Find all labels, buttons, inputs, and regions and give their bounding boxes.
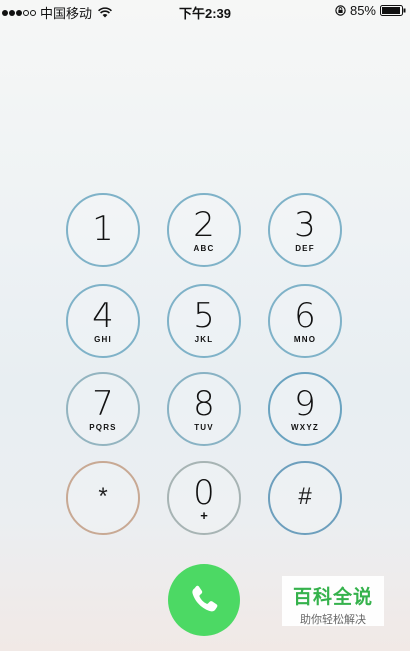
key-letters: JKL xyxy=(194,335,214,344)
key-star[interactable]: * xyxy=(66,461,140,535)
key-digit: 0 xyxy=(193,473,215,513)
key-letters: WXYZ xyxy=(291,423,319,432)
key-letters: GHI xyxy=(94,335,112,344)
key-digit: 5 xyxy=(193,296,215,336)
key-digit: 6 xyxy=(294,296,316,336)
key-7[interactable]: 7 PQRS xyxy=(66,372,140,446)
phone-icon xyxy=(192,585,218,612)
key-symbol: # xyxy=(298,483,312,510)
keypad: 1 2 ABC 3 DEF 4 GHI 5 JKL 6 MNO 7 PQRS 8… xyxy=(0,0,410,651)
key-digit: 9 xyxy=(294,384,316,424)
key-letters: TUV xyxy=(194,423,214,432)
key-digit: 4 xyxy=(92,296,114,336)
key-digit: 8 xyxy=(193,384,215,424)
watermark: 百科全说 助你轻松解决 xyxy=(282,576,384,626)
key-5[interactable]: 5 JKL xyxy=(167,284,241,358)
key-hash[interactable]: # xyxy=(268,461,342,535)
watermark-subtitle: 助你轻松解决 xyxy=(300,614,366,626)
key-digit: 1 xyxy=(92,209,114,249)
key-6[interactable]: 6 MNO xyxy=(268,284,342,358)
key-letters: + xyxy=(200,508,208,523)
key-0[interactable]: 0 + xyxy=(167,461,241,535)
key-letters: DEF xyxy=(295,244,315,253)
key-9[interactable]: 9 WXYZ xyxy=(268,372,342,446)
key-digit: 2 xyxy=(193,205,215,245)
key-symbol: * xyxy=(98,483,108,510)
key-2[interactable]: 2 ABC xyxy=(167,193,241,267)
key-3[interactable]: 3 DEF xyxy=(268,193,342,267)
key-8[interactable]: 8 TUV xyxy=(167,372,241,446)
key-digit: 3 xyxy=(294,205,316,245)
watermark-title: 百科全说 xyxy=(292,587,373,608)
key-digit: 7 xyxy=(92,384,114,424)
key-4[interactable]: 4 GHI xyxy=(66,284,140,358)
key-1[interactable]: 1 xyxy=(66,193,140,267)
key-letters: PQRS xyxy=(89,423,117,432)
key-letters: MNO xyxy=(293,335,317,344)
call-button[interactable] xyxy=(168,564,240,636)
key-letters: ABC xyxy=(193,244,215,253)
